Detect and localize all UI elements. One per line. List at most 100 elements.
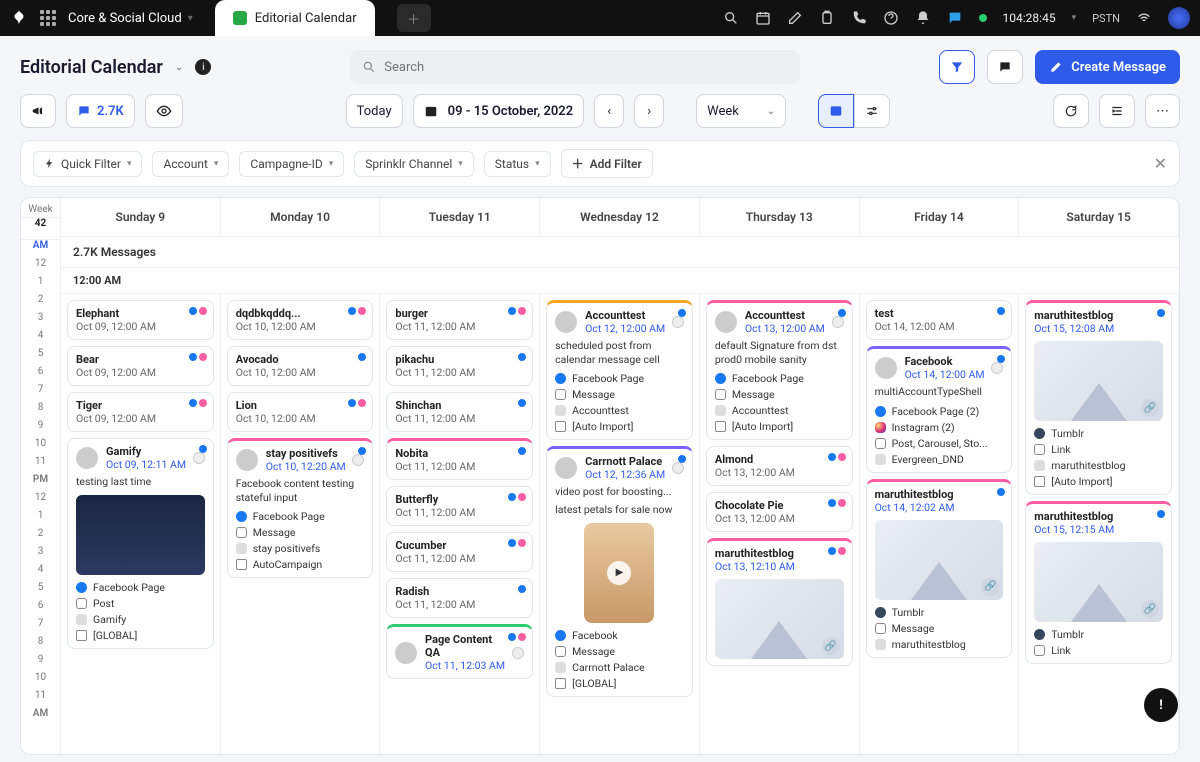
today-button[interactable]: Today	[346, 94, 403, 128]
message-card[interactable]: maruthitestblogOct 15, 12:15 AM🔗TumblrLi…	[1025, 501, 1172, 664]
caret-icon: ▾	[127, 159, 132, 169]
settings-view-button[interactable]	[854, 94, 890, 128]
channel-dots	[189, 399, 207, 407]
search-box[interactable]	[350, 50, 800, 84]
day-columns: ElephantOct 09, 12:00 AMBearOct 09, 12:0…	[61, 294, 1179, 754]
prev-week-button[interactable]: ‹	[594, 94, 624, 128]
calendar-view-button[interactable]	[818, 94, 854, 128]
card-title: Bear	[76, 353, 156, 366]
card-date: Oct 15, 12:15 AM	[1034, 523, 1114, 536]
announce-button[interactable]	[20, 94, 56, 128]
logo-icon	[10, 9, 28, 27]
filter-toggle-button[interactable]	[939, 50, 975, 84]
day-header[interactable]: Tuesday 11	[380, 198, 540, 236]
sliders-icon	[865, 104, 879, 118]
bell-icon[interactable]	[915, 10, 931, 26]
channel-dots	[518, 447, 526, 455]
message-card[interactable]: testOct 14, 12:00 AM	[866, 300, 1013, 340]
message-card[interactable]: FacebookOct 14, 12:00 AMmultiAccountType…	[866, 346, 1013, 473]
dot-icon	[875, 454, 886, 465]
day-header[interactable]: Sunday 9	[61, 198, 221, 236]
workspace-dropdown[interactable]: Core & Social Cloud ▾	[68, 11, 193, 26]
day-header[interactable]: Friday 14	[860, 198, 1020, 236]
card-date: Oct 09, 12:11 AM	[106, 458, 186, 471]
message-card[interactable]: ButterflyOct 11, 12:00 AM	[386, 486, 533, 526]
hour-label: 6	[21, 600, 60, 618]
message-card[interactable]: Page Content QAOct 11, 12:03 AM	[386, 624, 533, 679]
status-filter-chip[interactable]: Status▾	[484, 151, 551, 177]
message-count-button[interactable]: 2.7K	[66, 94, 135, 128]
channel-dots	[678, 455, 686, 463]
message-card[interactable]: Carrnott PalaceOct 12, 12:36 AMvideo pos…	[546, 446, 693, 696]
day-header[interactable]: Monday 10	[221, 198, 381, 236]
message-card[interactable]: AccounttestOct 12, 12:00 AMscheduled pos…	[546, 300, 693, 440]
meta-row: Post, Carousel, Sto...	[875, 437, 1004, 450]
message-card[interactable]: TigerOct 09, 12:00 AM	[67, 392, 214, 432]
account-filter-chip[interactable]: Account▾	[152, 151, 229, 177]
meta-row: Message	[236, 526, 365, 539]
alert-fab[interactable]: !	[1144, 688, 1178, 722]
msg-icon	[1034, 645, 1045, 656]
view-range-dropdown[interactable]: Week⌄	[696, 94, 786, 128]
channel-dots	[1157, 309, 1165, 317]
title-dropdown-icon[interactable]: ⌄	[175, 62, 183, 73]
card-date: Oct 09, 12:00 AM	[76, 412, 156, 425]
channel-filter-chip[interactable]: Sprinklr Channel▾	[354, 151, 474, 177]
timer-chevron[interactable]: ▾	[1072, 13, 1077, 23]
message-card[interactable]: stay positivefsOct 10, 12:20 AMFacebook …	[227, 438, 374, 578]
edit-icon[interactable]	[787, 10, 803, 26]
message-card[interactable]: LionOct 10, 12:00 AM	[227, 392, 374, 432]
new-tab-button[interactable]: ＋	[397, 4, 431, 32]
refresh-button[interactable]	[1053, 94, 1089, 128]
indent-button[interactable]	[1099, 94, 1135, 128]
create-message-button[interactable]: Create Message	[1035, 50, 1180, 84]
message-card[interactable]: ElephantOct 09, 12:00 AM	[67, 300, 214, 340]
wifi-icon	[1136, 10, 1152, 26]
campaign-filter-chip[interactable]: Campagne-ID▾	[239, 151, 344, 177]
message-card[interactable]: pikachuOct 11, 12:00 AM	[386, 346, 533, 386]
next-week-button[interactable]: ›	[634, 94, 664, 128]
megaphone-icon	[31, 104, 45, 118]
search-icon[interactable]	[723, 10, 739, 26]
day-header[interactable]: Thursday 13	[700, 198, 860, 236]
user-avatar[interactable]	[1168, 7, 1190, 29]
day-header[interactable]: Wednesday 12	[540, 198, 700, 236]
card-title: Tiger	[76, 399, 156, 412]
card-title: Accounttest	[585, 309, 665, 322]
quick-filter-chip[interactable]: Quick Filter▾	[33, 151, 142, 177]
day-header[interactable]: Saturday 15	[1019, 198, 1179, 236]
message-card[interactable]: maruthitestblogOct 15, 12:08 AM🔗TumblrLi…	[1025, 300, 1172, 495]
message-card[interactable]: AccounttestOct 13, 12:00 AMdefault Signa…	[706, 300, 853, 440]
app-launcher-icon[interactable]	[40, 10, 56, 26]
add-filter-button[interactable]: ＋Add Filter	[561, 149, 653, 178]
chat-icon[interactable]	[947, 10, 963, 26]
message-card[interactable]: AvocadoOct 10, 12:00 AM	[227, 346, 374, 386]
message-card[interactable]: GamifyOct 09, 12:11 AMtesting last timeF…	[67, 438, 214, 649]
comment-button[interactable]	[987, 50, 1023, 84]
message-card[interactable]: BearOct 09, 12:00 AM	[67, 346, 214, 386]
help-icon[interactable]	[883, 10, 899, 26]
card-description: multiAccountTypeShell	[875, 385, 1004, 399]
msg-icon	[875, 623, 886, 634]
close-filters-button[interactable]: ✕	[1154, 154, 1167, 173]
message-card[interactable]: NobitaOct 11, 12:00 AM	[386, 438, 533, 480]
message-card[interactable]: ShinchanOct 11, 12:00 AM	[386, 392, 533, 432]
message-card[interactable]: RadishOct 11, 12:00 AM	[386, 578, 533, 618]
message-card[interactable]: CucumberOct 11, 12:00 AM	[386, 532, 533, 572]
message-card[interactable]: maruthitestblogOct 14, 12:02 AM🔗TumblrMe…	[866, 479, 1013, 658]
message-card[interactable]: burgerOct 11, 12:00 AM	[386, 300, 533, 340]
video-thumbnail[interactable]	[584, 523, 654, 623]
message-card[interactable]: AlmondOct 13, 12:00 AM	[706, 446, 853, 486]
message-card[interactable]: dqdbkqddq...Oct 10, 12:00 AM	[227, 300, 374, 340]
message-card[interactable]: Chocolate PieOct 13, 12:00 AM	[706, 492, 853, 532]
date-range-display[interactable]: 09 - 15 October, 2022	[413, 94, 585, 128]
search-input[interactable]	[384, 60, 788, 75]
info-icon[interactable]: i	[195, 59, 211, 75]
clipboard-icon[interactable]	[819, 10, 835, 26]
message-card[interactable]: maruthitestblogOct 13, 12:10 AM🔗	[706, 538, 853, 666]
active-tab[interactable]: Editorial Calendar	[215, 0, 375, 36]
visibility-button[interactable]	[145, 94, 183, 128]
phone-icon[interactable]	[851, 10, 867, 26]
calendar-icon[interactable]	[755, 10, 771, 26]
more-button[interactable]: ⋯	[1145, 94, 1180, 128]
